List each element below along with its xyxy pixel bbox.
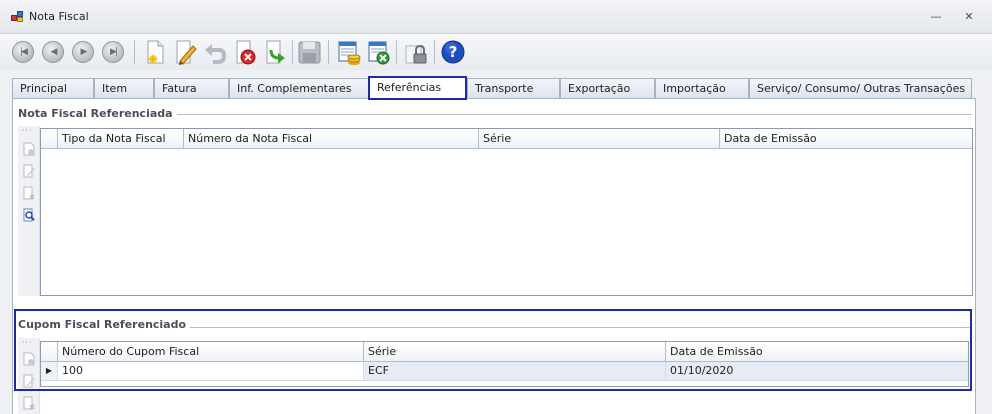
save-button[interactable]: [296, 38, 322, 66]
next-record-icon: ▶: [72, 41, 94, 63]
nota-fiscal-side-toolbar: ···: [18, 126, 40, 296]
current-row-indicator-icon: ▶: [41, 362, 57, 380]
add-row-icon[interactable]: [22, 142, 36, 156]
column-header-data-emissao[interactable]: Data de Emissão: [719, 129, 972, 149]
grip-dots-icon: ···: [22, 126, 33, 135]
export-button[interactable]: [366, 38, 392, 66]
cell-data-emissao[interactable]: 01/10/2020: [665, 362, 968, 380]
toolbar-separator: [292, 40, 293, 64]
last-record-icon: ▶|: [102, 41, 124, 63]
delete-button[interactable]: [232, 38, 258, 66]
first-record-button[interactable]: |◀: [10, 38, 36, 66]
tab-item[interactable]: Item: [94, 78, 154, 98]
column-header-numero[interactable]: Número da Nota Fiscal: [183, 129, 478, 149]
close-icon: ✕: [964, 10, 974, 23]
edit-pencil-icon: [176, 40, 197, 65]
cupom-fiscal-side-toolbar: ···: [18, 338, 40, 414]
grid-header: Tipo da Nota Fiscal Número da Nota Fisca…: [41, 129, 972, 149]
minimize-button[interactable]: —: [927, 8, 945, 26]
app-icon: [11, 11, 25, 23]
minimize-icon: —: [930, 10, 942, 23]
nota-fiscal-grid: Tipo da Nota Fiscal Número da Nota Fisca…: [40, 128, 973, 296]
title-bar: Nota Fiscal — ✕: [0, 0, 992, 34]
delete-row-icon[interactable]: [22, 396, 36, 410]
first-record-icon: |◀: [12, 41, 34, 63]
column-header-serie[interactable]: Série: [478, 129, 719, 149]
help-button[interactable]: ?: [440, 38, 466, 66]
tab-exportacao[interactable]: Exportação: [560, 78, 655, 98]
undo-icon: [205, 44, 227, 64]
edit-button[interactable]: [172, 38, 198, 66]
column-header-tipo[interactable]: Tipo da Nota Fiscal: [57, 129, 183, 149]
edit-row-icon[interactable]: [22, 164, 36, 178]
column-header-serie[interactable]: Série: [363, 342, 665, 362]
tab-importacao[interactable]: Importação: [655, 78, 749, 98]
toolbar-separator: [328, 40, 329, 64]
new-document-icon: [147, 40, 164, 64]
grid-header: Número do Cupom Fiscal Série Data de Emi…: [41, 342, 968, 362]
lock-icon: [405, 44, 427, 64]
cell-numero-cupom[interactable]: 100: [57, 362, 363, 380]
save-disk-icon: [298, 41, 321, 64]
cell-serie[interactable]: ECF: [363, 362, 665, 380]
window-title: Nota Fiscal: [29, 10, 89, 23]
new-button[interactable]: [142, 38, 168, 66]
edit-row-icon[interactable]: [22, 374, 36, 388]
search-row-icon[interactable]: [22, 208, 36, 222]
column-header-data-emissao[interactable]: Data de Emissão: [665, 342, 968, 362]
tab-referencias[interactable]: Referências: [368, 76, 467, 100]
next-record-button[interactable]: ▶: [70, 38, 96, 66]
grid-row-header-corner: [41, 342, 57, 362]
cupom-fiscal-grid: Número do Cupom Fiscal Série Data de Emi…: [40, 341, 969, 387]
delete-row-icon[interactable]: [22, 186, 36, 200]
toolbar-separator: [134, 40, 135, 64]
report-coins-icon: [338, 41, 361, 65]
toolbar-separator: [434, 40, 435, 64]
export-excel-icon: [368, 41, 390, 65]
close-button[interactable]: ✕: [960, 8, 978, 26]
grid-row-header-corner: [41, 129, 57, 149]
nota-fiscal-group-title: Nota Fiscal Referenciada: [18, 107, 177, 120]
tab-transporte[interactable]: Transporte: [467, 78, 560, 98]
svg-text:?: ?: [449, 43, 458, 61]
tab-servico-consumo[interactable]: Serviço/ Consumo/ Outras Transações: [749, 78, 972, 98]
undo-button[interactable]: [202, 38, 228, 66]
refresh-arrow-icon: [266, 40, 285, 64]
add-row-icon[interactable]: [22, 352, 36, 366]
table-row[interactable]: ▶ 100 ECF 01/10/2020: [41, 362, 968, 381]
delete-icon: [236, 40, 256, 65]
report-button[interactable]: [336, 38, 362, 66]
previous-record-button[interactable]: ◀: [40, 38, 66, 66]
help-icon: ?: [441, 40, 465, 64]
tab-strip: Principal Item Fatura Inf. Complementare…: [12, 78, 972, 99]
column-header-numero-cupom[interactable]: Número do Cupom Fiscal: [57, 342, 363, 362]
grip-dots-icon: ···: [22, 338, 33, 347]
tab-principal[interactable]: Principal: [12, 78, 94, 98]
cupom-fiscal-group-title: Cupom Fiscal Referenciado: [18, 318, 191, 331]
toolbar: |◀ ◀ ▶ ▶| ?: [0, 34, 992, 70]
previous-record-icon: ◀: [42, 41, 64, 63]
lock-button[interactable]: [402, 38, 428, 66]
tab-inf-complementares[interactable]: Inf. Complementares: [229, 78, 369, 98]
tab-fatura[interactable]: Fatura: [154, 78, 229, 98]
refresh-button[interactable]: [262, 38, 288, 66]
toolbar-separator: [396, 40, 397, 64]
last-record-button[interactable]: ▶|: [100, 38, 126, 66]
